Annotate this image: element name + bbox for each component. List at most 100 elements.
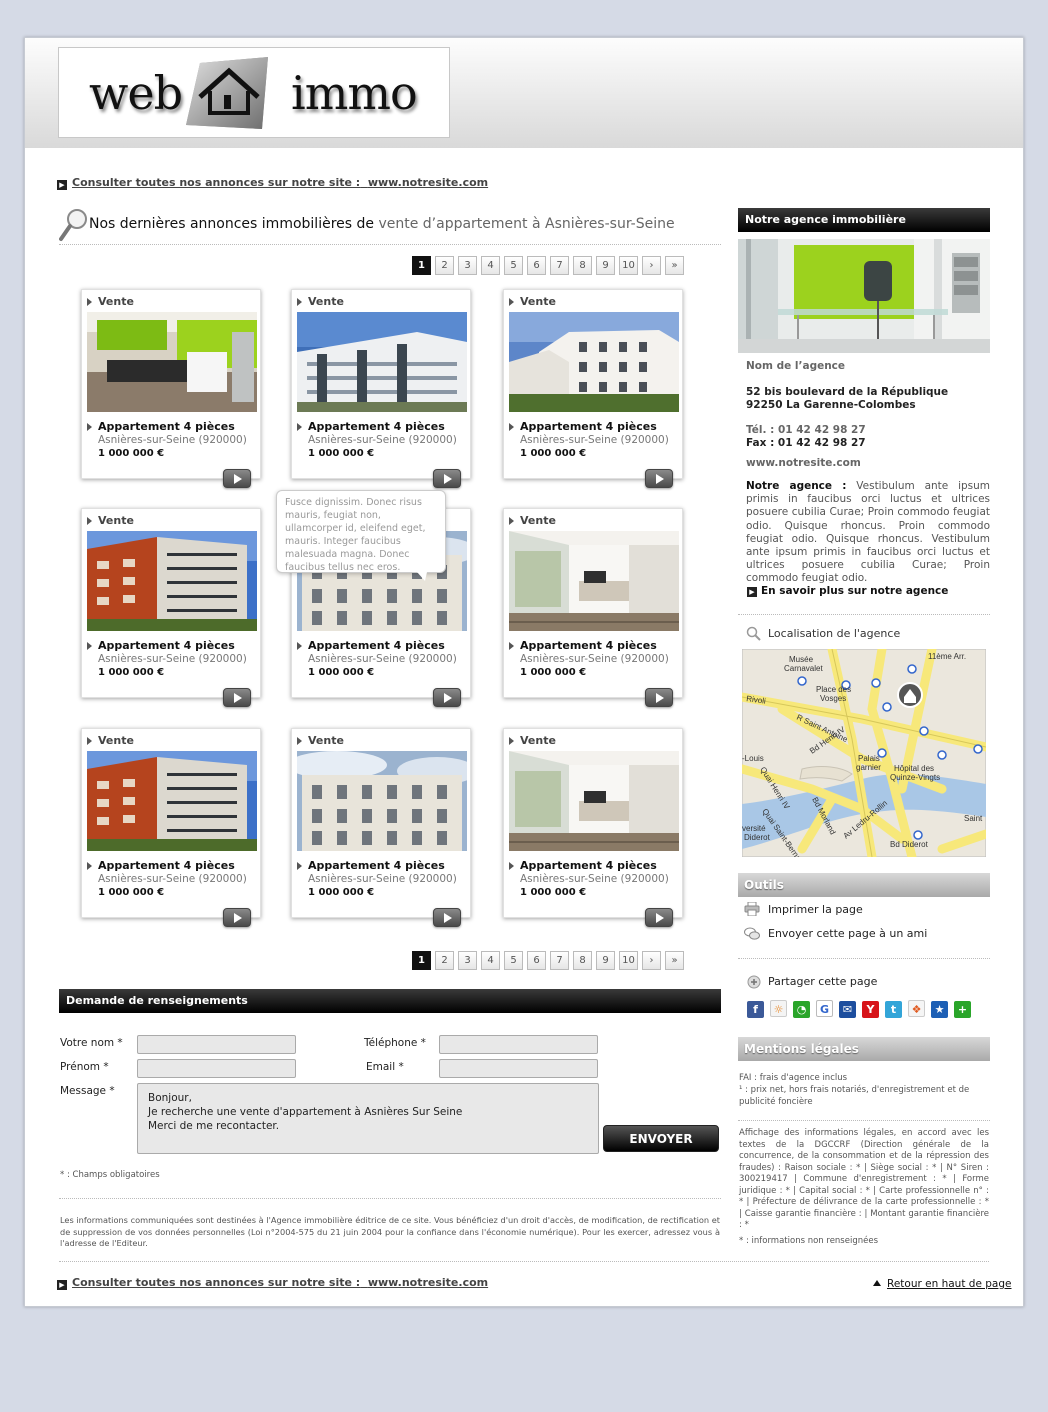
agency-website[interactable]: www.notresite.com [746, 457, 861, 469]
listing-card[interactable]: Vente Appartement 4 piècesAsnières-sur-Se… [81, 728, 261, 927]
listing-title[interactable]: Appartement 4 pièces [308, 859, 445, 872]
page-2[interactable]: 2 [435, 951, 454, 970]
page-container: web immo ▶ Consulter toutes nos annonces … [24, 37, 1024, 1307]
listing-card[interactable]: Vente Appartement 4 piècesAsnières-sur-Se… [81, 508, 261, 707]
listing-title[interactable]: Appartement 4 pièces [308, 420, 445, 433]
listing-title[interactable]: Appartement 4 pièces [98, 420, 235, 433]
twitter-icon[interactable]: t [885, 1001, 902, 1018]
listing-card[interactable]: Vente Appartement 4 piècesAsnières-sur-Se… [291, 728, 471, 927]
listing-location: Asnières-sur-Seine (920000) [520, 434, 669, 446]
listing-card[interactable]: Vente Appartement 4 piècesAsnières-sur-Se… [503, 508, 683, 707]
listing-location: Asnières-sur-Seine (920000) [98, 434, 247, 446]
yahoo-icon[interactable]: Y [862, 1001, 879, 1018]
blogger-icon[interactable]: ☼ [770, 1000, 787, 1017]
listing-title[interactable]: Appartement 4 pièces [520, 639, 657, 652]
page-title: Nos dernières annonces immobilières de v… [89, 216, 675, 232]
view-listing-button[interactable] [433, 469, 461, 488]
listing-card[interactable]: Vente Appartement 4 piècesAsnières-sur-Se… [503, 289, 683, 488]
view-listing-button[interactable] [223, 469, 251, 488]
listing-title[interactable]: Appartement 4 pièces [308, 639, 445, 652]
listing-title[interactable]: Appartement 4 pièces [98, 639, 235, 652]
triangle-bullet-icon [297, 737, 302, 745]
listing-title[interactable]: Appartement 4 pièces [520, 420, 657, 433]
page-1[interactable]: 1 [412, 256, 431, 275]
view-listing-button[interactable] [223, 908, 251, 927]
map-label: Diderot [744, 833, 771, 842]
listing-photo[interactable] [509, 531, 679, 631]
view-listing-button[interactable] [645, 908, 673, 927]
page-10[interactable]: 10 [619, 951, 638, 970]
next-page-button[interactable]: › [642, 256, 661, 275]
listing-photo[interactable] [509, 312, 679, 412]
google-icon[interactable]: G [816, 1000, 833, 1017]
page-7[interactable]: 7 [550, 256, 569, 275]
more-about-agency-link[interactable]: ▶ En savoir plus sur notre agence [747, 585, 948, 597]
myspace-icon[interactable]: ✉ [839, 1001, 856, 1018]
listing-photo[interactable] [87, 312, 257, 412]
page-2[interactable]: 2 [435, 256, 454, 275]
listing-title[interactable]: Appartement 4 pièces [520, 859, 657, 872]
page-6[interactable]: 6 [527, 951, 546, 970]
page-10[interactable]: 10 [619, 256, 638, 275]
listing-photo[interactable] [87, 531, 257, 631]
favorites-icon[interactable]: ★ [931, 1001, 948, 1018]
listing-title[interactable]: Appartement 4 pièces [98, 859, 235, 872]
send-button[interactable]: ENVOYER [603, 1125, 719, 1152]
next-page-button[interactable]: › [642, 951, 661, 970]
logo-word-web: web [89, 66, 183, 120]
view-listing-button[interactable] [433, 908, 461, 927]
listing-type: Vente [98, 514, 134, 527]
page-4[interactable]: 4 [481, 256, 500, 275]
listing-location: Asnières-sur-Seine (920000) [308, 873, 457, 885]
listing-card[interactable]: Vente Appartement 4 piècesAsnières-sur-Se… [81, 289, 261, 488]
listing-photo[interactable] [297, 751, 467, 851]
arrow-box-icon: ▶ [747, 587, 757, 597]
view-listing-button[interactable] [433, 688, 461, 707]
house-logo-icon [186, 57, 268, 129]
listing-card[interactable]: Vente Appartement 4 piècesAsnières-sur-Se… [503, 728, 683, 927]
email-field[interactable] [439, 1059, 598, 1078]
listing-photo[interactable] [297, 312, 467, 412]
listing-type: Vente [98, 295, 134, 308]
view-listing-button[interactable] [645, 469, 673, 488]
listing-location: Asnières-sur-Seine (920000) [98, 873, 247, 885]
send-to-friend-link[interactable]: Envoyer cette page à un ami [768, 927, 927, 940]
back-to-top-link[interactable]: Retour en haut de page [873, 1278, 1011, 1290]
firstname-field[interactable] [137, 1059, 296, 1078]
message-textarea[interactable]: Bonjour, Je recherche une vente d'appart… [137, 1083, 599, 1154]
page-8[interactable]: 8 [573, 951, 592, 970]
print-page-link[interactable]: Imprimer la page [768, 903, 863, 916]
page-4[interactable]: 4 [481, 951, 500, 970]
page-5[interactable]: 5 [504, 951, 523, 970]
page-8[interactable]: 8 [573, 256, 592, 275]
all-listings-link-bottom[interactable]: ▶ Consulter toutes nos annonces sur notre… [57, 1276, 488, 1290]
listing-photo[interactable] [87, 751, 257, 851]
last-page-button[interactable]: » [665, 256, 684, 275]
triangle-bullet-icon [297, 642, 302, 650]
all-listings-link-top[interactable]: ▶ Consulter toutes nos annonces sur notre… [57, 176, 488, 190]
listing-card[interactable]: Vente Appartement 4 piècesAsnières-sur-Se… [291, 289, 471, 488]
agency-address-line2: 92250 La Garenne-Colombes [746, 399, 916, 411]
view-listing-button[interactable] [223, 688, 251, 707]
facebook-icon[interactable]: f [747, 1001, 764, 1018]
more-icon[interactable]: + [954, 1001, 971, 1018]
page-9[interactable]: 9 [596, 951, 615, 970]
page-9[interactable]: 9 [596, 256, 615, 275]
name-field[interactable] [137, 1035, 296, 1054]
page-1[interactable]: 1 [412, 951, 431, 970]
magnifier-icon [59, 209, 87, 241]
view-listing-button[interactable] [645, 688, 673, 707]
divider [59, 244, 721, 245]
page-7[interactable]: 7 [550, 951, 569, 970]
phone-field[interactable] [439, 1035, 598, 1054]
windows-live-icon[interactable]: ❖ [908, 1000, 925, 1017]
page-3[interactable]: 3 [458, 256, 477, 275]
agency-map[interactable]: Musée Carnavalet Place des Vosges 11ème … [742, 649, 986, 857]
page-3[interactable]: 3 [458, 951, 477, 970]
listing-photo[interactable] [509, 751, 679, 851]
logo[interactable]: web immo [58, 47, 450, 138]
last-page-button[interactable]: » [665, 951, 684, 970]
page-5[interactable]: 5 [504, 256, 523, 275]
page-6[interactable]: 6 [527, 256, 546, 275]
whatsapp-icon[interactable]: ◔ [793, 1001, 810, 1018]
